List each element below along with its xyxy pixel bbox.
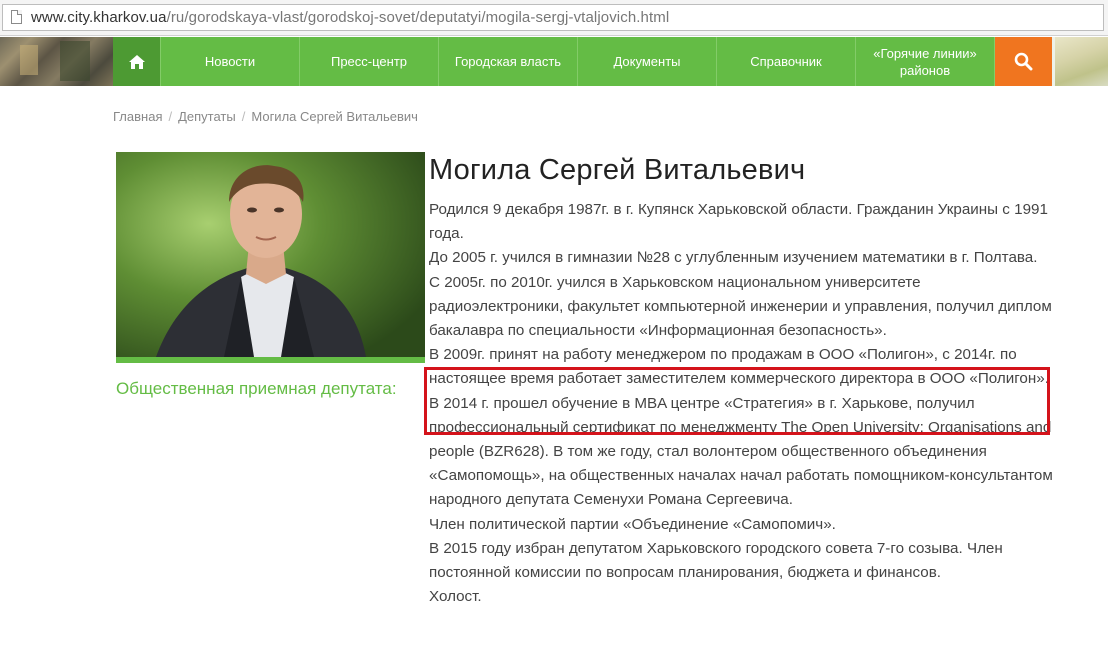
url-field[interactable]: www.city.kharkov.ua/ru/gorodskaya-vlast/… xyxy=(2,4,1104,31)
bio-paragraph-highlighted: В 2009г. принят на работу менеджером по … xyxy=(429,346,1049,388)
bio-paragraph: Холост. xyxy=(429,588,482,606)
deputy-name: Могила Сергей Витальевич xyxy=(429,154,806,186)
page-icon xyxy=(11,10,22,24)
breadcrumb-home[interactable]: Главная xyxy=(113,109,162,124)
nav-item-reference[interactable]: Справочник xyxy=(717,37,856,86)
home-icon xyxy=(128,54,145,69)
search-button[interactable] xyxy=(995,37,1052,86)
breadcrumb: Главная / Депутаты / Могила Сергей Витальеви… xyxy=(113,109,418,124)
nav-item-city-government[interactable]: Городская власть xyxy=(439,37,578,86)
browser-address-bar: www.city.kharkov.ua/ru/gorodskaya-vlast/… xyxy=(0,0,1108,36)
bio-paragraph: В 2014 г. прошел обучение в MBA центре «… xyxy=(429,394,1053,509)
bio-paragraph: В 2015 году избран депутатом Харьковског… xyxy=(429,539,1003,582)
bio-paragraph: Родился 9 декабря 1987г. в г. Купянск Ха… xyxy=(429,201,1048,243)
site-header: Новости Пресс-центр Городская власть Док… xyxy=(0,37,1108,86)
breadcrumb-current: Могила Сергей Витальевич xyxy=(251,109,418,124)
deputy-portrait-image xyxy=(116,152,425,357)
url-path: /ru/gorodskaya-vlast/gorodskoj-sovet/dep… xyxy=(166,9,670,26)
bio-paragraph: С 2005г. по 2010г. учился в Харьковском … xyxy=(429,273,1052,340)
main-nav: Новости Пресс-центр Городская власть Док… xyxy=(113,37,1052,86)
breadcrumb-deputies[interactable]: Депутаты xyxy=(178,109,236,124)
public-reception-label: Общественная приемная депутата: xyxy=(116,379,397,398)
bio-paragraph: Член политической партии «Объединение «С… xyxy=(429,515,836,533)
deputy-photo xyxy=(116,152,425,357)
deputy-biography: Родился 9 декабря 1987г. в г. Купянск Ха… xyxy=(429,198,1054,609)
header-photo-left xyxy=(0,37,113,86)
nav-item-hotlines[interactable]: «Горячие линии» районов xyxy=(856,37,995,86)
home-button[interactable] xyxy=(113,37,161,86)
breadcrumb-separator: / xyxy=(241,109,246,124)
bio-paragraph: До 2005 г. учился в гимназии №28 с углуб… xyxy=(429,249,1038,267)
photo-accent-bar xyxy=(116,357,425,363)
nav-item-documents[interactable]: Документы xyxy=(578,37,717,86)
url-text: www.city.kharkov.ua/ru/gorodskaya-vlast/… xyxy=(31,9,669,26)
nav-item-news[interactable]: Новости xyxy=(161,37,300,86)
header-photo-right xyxy=(1055,37,1108,86)
search-icon xyxy=(1014,52,1033,71)
nav-item-press-center[interactable]: Пресс-центр xyxy=(300,37,439,86)
breadcrumb-separator: / xyxy=(168,109,173,124)
url-domain: www.city.kharkov.ua xyxy=(31,9,167,26)
